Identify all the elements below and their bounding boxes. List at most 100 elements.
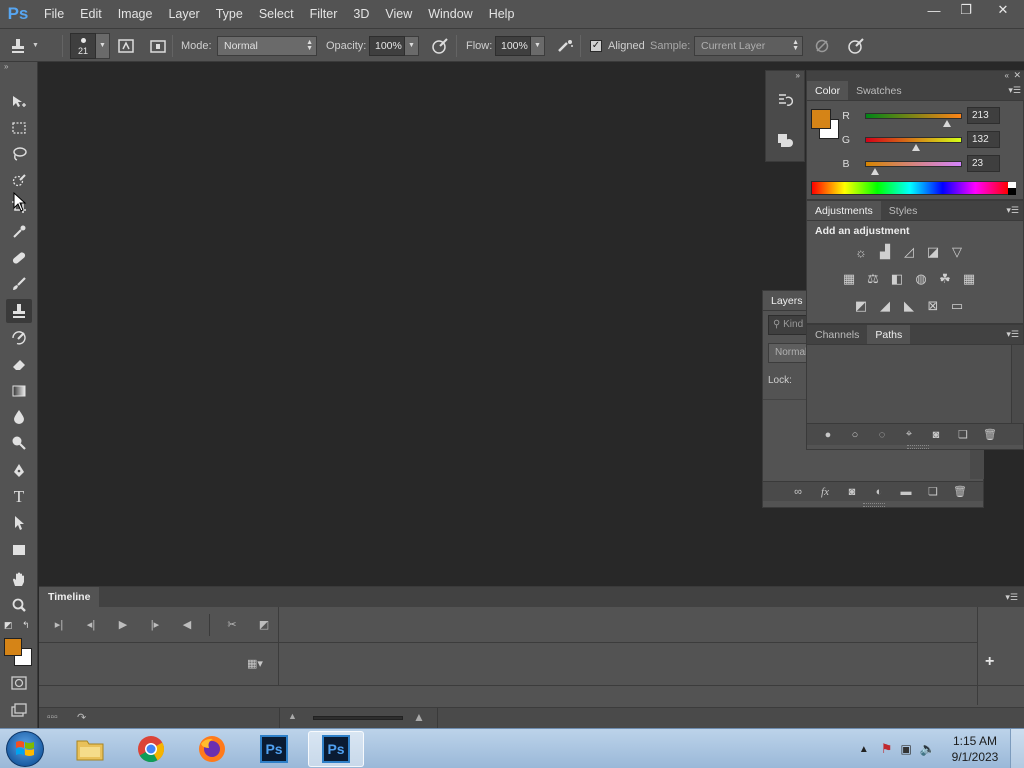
new-group-icon[interactable]: ▬ bbox=[897, 486, 915, 498]
properties-panel-button[interactable] bbox=[776, 131, 796, 151]
collapse-arrows-icon[interactable]: » bbox=[0, 62, 37, 72]
menu-filter[interactable]: Filter bbox=[302, 0, 346, 28]
timeline-track[interactable] bbox=[279, 643, 977, 685]
stroke-path-icon[interactable]: ○ bbox=[846, 429, 864, 441]
pen-tool[interactable] bbox=[6, 459, 32, 483]
new-path-icon[interactable]: ❏ bbox=[954, 428, 972, 441]
move-tool[interactable] bbox=[6, 90, 32, 114]
red-input[interactable]: 213 bbox=[967, 107, 1000, 124]
zoom-tool[interactable] bbox=[6, 593, 32, 617]
blue-input[interactable]: 23 bbox=[967, 155, 1000, 172]
color-lookup-icon[interactable]: ▦ bbox=[957, 269, 981, 289]
minimize-button[interactable]: — bbox=[918, 0, 950, 20]
previous-frame-icon[interactable]: ◂| bbox=[81, 618, 101, 631]
add-mask-icon[interactable]: ◙ bbox=[843, 486, 861, 498]
start-button[interactable] bbox=[6, 731, 44, 767]
blend-mode-select[interactable]: Normal bbox=[768, 343, 808, 363]
marquee-tool[interactable] bbox=[6, 116, 32, 140]
ignore-adjustment-layers-button[interactable] bbox=[812, 29, 832, 62]
lasso-tool[interactable] bbox=[6, 142, 32, 166]
color-spectrum-ramp[interactable] bbox=[811, 181, 1016, 195]
hand-tool[interactable] bbox=[6, 567, 32, 591]
menu-image[interactable]: Image bbox=[110, 0, 161, 28]
toggle-brush-panel-button[interactable] bbox=[116, 29, 136, 62]
eraser-tool[interactable] bbox=[6, 352, 32, 376]
tablet-pressure-size-button[interactable] bbox=[846, 29, 866, 62]
delete-path-icon[interactable]: 🗑 bbox=[981, 428, 999, 441]
menu-window[interactable]: Window bbox=[420, 0, 480, 28]
threshold-icon[interactable]: ◣ bbox=[897, 296, 921, 316]
selective-color-icon[interactable]: ▭ bbox=[945, 296, 969, 316]
menu-select[interactable]: Select bbox=[251, 0, 302, 28]
menu-edit[interactable]: Edit bbox=[72, 0, 110, 28]
taskbar-chrome[interactable] bbox=[123, 731, 179, 767]
opacity-slider-button[interactable]: ▼ bbox=[405, 35, 419, 56]
eyedropper-tool[interactable] bbox=[6, 220, 32, 244]
levels-icon[interactable]: ▟ bbox=[873, 242, 897, 262]
collapse-arrows-icon[interactable]: « bbox=[807, 71, 1024, 81]
show-desktop-button[interactable] bbox=[1010, 729, 1024, 768]
transition-icon[interactable]: ◩ bbox=[254, 618, 274, 631]
zoom-out-icon[interactable]: ▲ bbox=[288, 711, 297, 721]
dodge-tool[interactable] bbox=[6, 431, 32, 455]
close-panel-icon[interactable]: ✕ bbox=[1013, 70, 1021, 81]
posterize-icon[interactable]: ◢ bbox=[873, 296, 897, 316]
load-selection-icon[interactable]: ◌ bbox=[873, 429, 891, 441]
vibrance-icon[interactable]: ▽ bbox=[945, 242, 969, 262]
green-slider[interactable] bbox=[865, 137, 962, 151]
green-input[interactable]: 132 bbox=[967, 131, 1000, 148]
tablet-pressure-opacity-button[interactable] bbox=[430, 29, 450, 62]
red-slider-thumb[interactable] bbox=[943, 120, 952, 127]
panel-resize-grip[interactable] bbox=[907, 445, 929, 449]
tab-layers[interactable]: Layers bbox=[763, 291, 811, 310]
tool-preset-picker[interactable]: ▼ bbox=[8, 29, 39, 62]
first-frame-icon[interactable]: ▸| bbox=[49, 618, 69, 631]
taskbar-photoshop-2[interactable]: Ps bbox=[308, 731, 364, 767]
menu-file[interactable]: File bbox=[36, 0, 72, 28]
taskbar-firefox[interactable] bbox=[184, 731, 240, 767]
tab-channels[interactable]: Channels bbox=[807, 325, 867, 344]
airbrush-button[interactable] bbox=[556, 29, 576, 62]
photo-filter-icon[interactable]: ◍ bbox=[909, 269, 933, 289]
brightness-contrast-icon[interactable]: ☼ bbox=[849, 242, 873, 262]
link-layers-icon[interactable]: ∞ bbox=[789, 486, 807, 498]
exposure-icon[interactable]: ◪ bbox=[921, 242, 945, 262]
type-tool[interactable]: T bbox=[6, 485, 32, 509]
timeline-ruler[interactable] bbox=[279, 607, 977, 643]
expand-arrows-icon[interactable]: » bbox=[766, 71, 804, 83]
new-adjustment-icon[interactable]: ◐ bbox=[870, 486, 888, 498]
chevron-down-icon[interactable]: ▼ bbox=[96, 32, 110, 59]
volume-icon[interactable]: 🔈 bbox=[920, 741, 936, 757]
aligned-checkbox[interactable]: ✓ bbox=[590, 39, 602, 52]
panel-menu-icon[interactable]: ▾☰ bbox=[1005, 592, 1018, 603]
gradient-tool[interactable] bbox=[6, 379, 32, 403]
black-chip[interactable] bbox=[1008, 188, 1016, 195]
add-mask-icon[interactable]: ◙ bbox=[927, 429, 945, 441]
network-icon[interactable]: ▣ bbox=[900, 742, 911, 756]
panel-menu-icon[interactable]: ▾☰ bbox=[1008, 85, 1021, 96]
rectangle-tool[interactable] bbox=[6, 538, 32, 562]
panel-resize-grip[interactable] bbox=[863, 503, 885, 507]
show-hidden-icons-icon[interactable]: ▲ bbox=[859, 744, 869, 755]
play-icon[interactable]: ▶ bbox=[113, 618, 133, 631]
healing-brush-tool[interactable] bbox=[6, 246, 32, 270]
tab-color[interactable]: Color bbox=[807, 81, 849, 100]
sample-select[interactable]: Current Layer ▲ ▼ bbox=[694, 35, 803, 56]
black-white-icon[interactable]: ◧ bbox=[885, 269, 909, 289]
convert-frame-icon[interactable]: ▫▫▫ bbox=[47, 712, 58, 723]
clone-stamp-tool[interactable] bbox=[6, 299, 32, 323]
red-slider[interactable] bbox=[865, 113, 962, 127]
history-panel-button[interactable] bbox=[776, 91, 796, 111]
quick-mask-button[interactable] bbox=[6, 671, 32, 695]
layer-style-icon[interactable]: fx bbox=[816, 486, 834, 498]
next-frame-icon[interactable]: |▸ bbox=[145, 618, 165, 631]
panel-menu-icon[interactable]: ▾☰ bbox=[1006, 329, 1019, 340]
restore-button[interactable]: ❐ bbox=[950, 0, 982, 20]
color-balance-icon[interactable]: ⚖ bbox=[861, 269, 885, 289]
taskbar-file-explorer[interactable] bbox=[62, 731, 118, 767]
tab-adjustments[interactable]: Adjustments bbox=[807, 201, 881, 220]
opacity-input[interactable]: 100% bbox=[369, 35, 405, 56]
taskbar-photoshop-1[interactable]: Ps bbox=[246, 731, 302, 767]
new-layer-icon[interactable]: ❏ bbox=[924, 485, 942, 498]
add-media-button[interactable]: + bbox=[985, 653, 994, 671]
